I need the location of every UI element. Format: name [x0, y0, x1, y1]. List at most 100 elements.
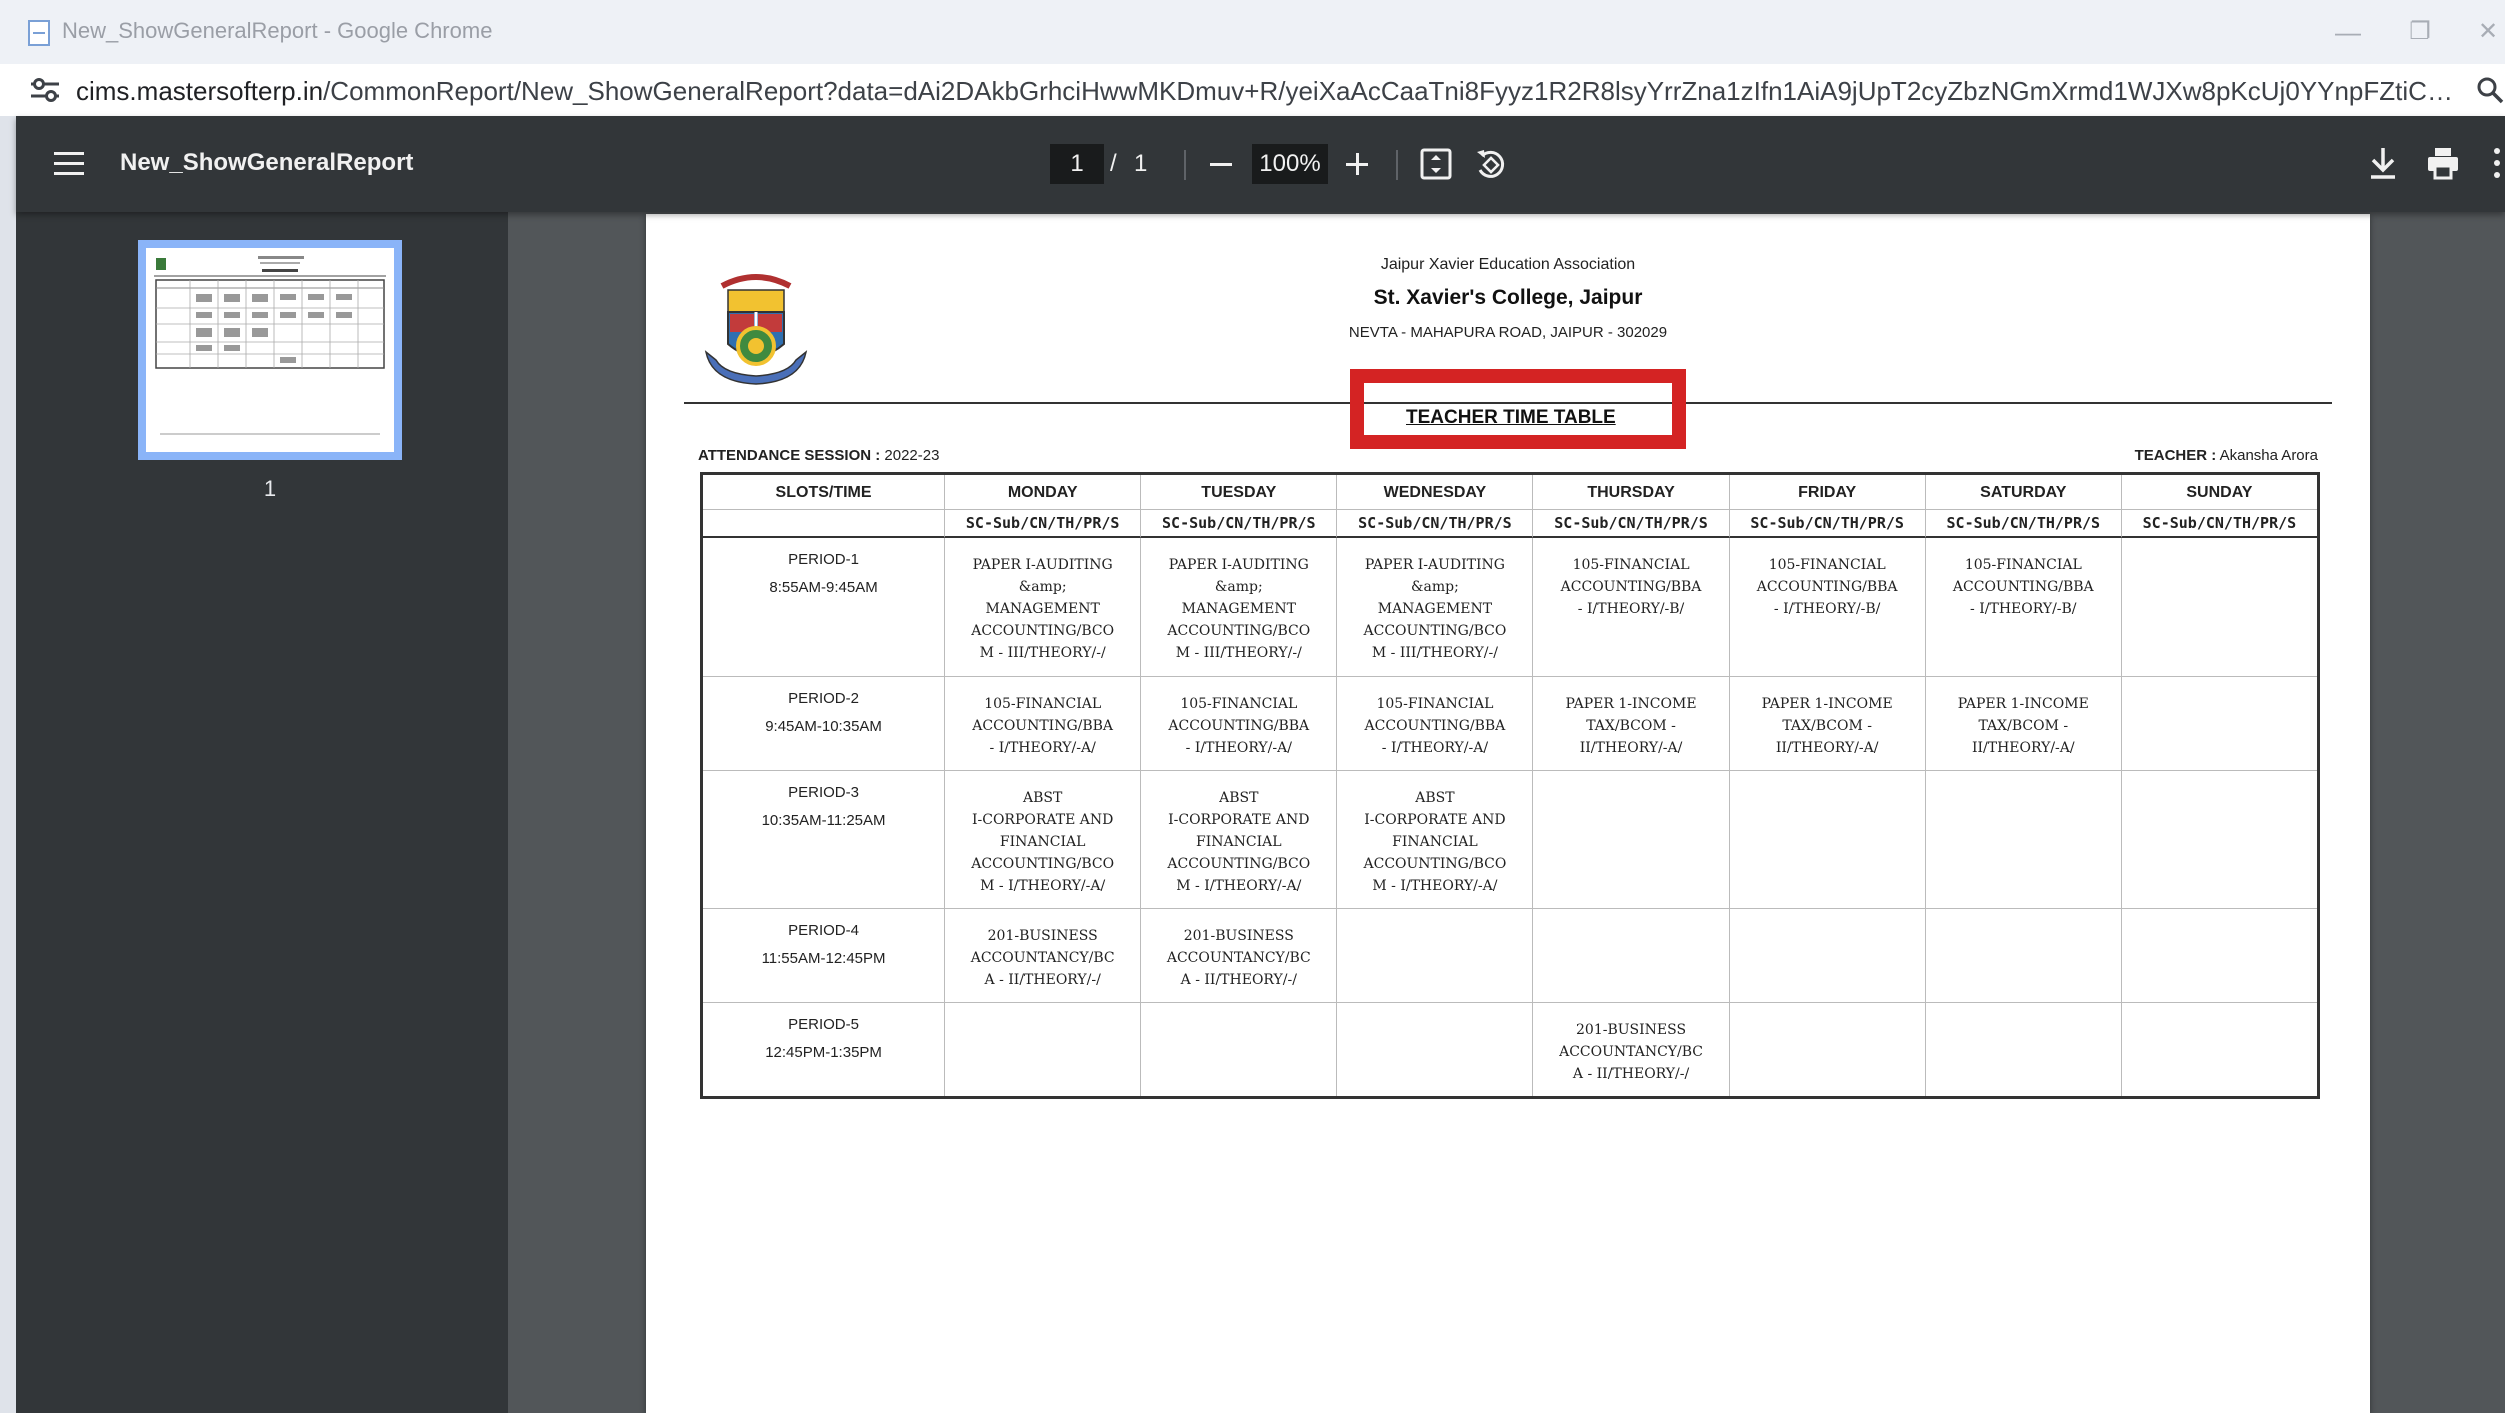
site-settings-icon[interactable]: [28, 74, 62, 106]
url-path: /CommonReport/New_ShowGeneralReport?data…: [323, 76, 2456, 106]
schedule-cell: PAPER 1-INCOME TAX/BCOM - II/THEORY/-A/: [1924, 677, 2121, 770]
table-row: PERIOD-2 9:45AM-10:35AM 105-FINANCIAL ACCO…: [703, 676, 2317, 770]
schedule-cell: ABST I-CORPORATE AND FINANCIAL ACCOUNTIN…: [944, 771, 1140, 908]
header-friday: FRIDAY: [1728, 475, 1925, 509]
schedule-cell: 105-FINANCIAL ACCOUNTING/BBA - I/THEORY/…: [1336, 677, 1532, 770]
schedule-cell: [1728, 771, 1925, 908]
period-time: 9:45AM-10:35AM: [765, 718, 882, 735]
thumbnail-page-image: [154, 256, 386, 435]
schedule-cell: 105-FINANCIAL ACCOUNTING/BBA - I/THEORY/…: [1532, 538, 1728, 676]
period-label: PERIOD-3: [788, 784, 859, 801]
teacher-info: TEACHER : Akansha Arora: [2135, 447, 2318, 464]
toolbar-divider: [1396, 150, 1398, 180]
schedule-cell: [944, 1003, 1140, 1096]
schedule-cell: PAPER I-AUDITING &amp; MANAGEMENT ACCOUN…: [944, 538, 1140, 676]
page-total: 1: [1134, 150, 1148, 177]
schedule-cell: [1728, 909, 1925, 1002]
page-zoom-icon[interactable]: [2476, 76, 2504, 104]
zoom-out-button[interactable]: [1204, 140, 1238, 188]
schedule-cell: ABST I-CORPORATE AND FINANCIAL ACCOUNTIN…: [1140, 771, 1336, 908]
schedule-cell: [1140, 1003, 1336, 1096]
schedule-cell: [1336, 909, 1532, 1002]
subheader-cell: SC-Sub/CN/TH/PR/S: [944, 510, 1141, 538]
period-time: 10:35AM-11:25AM: [761, 812, 886, 829]
period-label: PERIOD-2: [788, 690, 859, 707]
schedule-cell: PAPER I-AUDITING &amp; MANAGEMENT ACCOUN…: [1140, 538, 1336, 676]
association-name: Jaipur Xavier Education Association: [1380, 256, 1636, 273]
subheader-cell: SC-Sub/CN/TH/PR/S: [1532, 510, 1729, 538]
fit-to-page-icon[interactable]: [1420, 148, 1452, 180]
report-title: TEACHER TIME TABLE: [1406, 407, 1616, 428]
period-time: 8:55AM-9:45AM: [769, 579, 878, 596]
schedule-cell: [1924, 1003, 2121, 1096]
minimize-button[interactable]: —: [2326, 12, 2370, 52]
schedule-cell: [2120, 1003, 2317, 1096]
schedule-cell: 105-FINANCIAL ACCOUNTING/BBA - I/THEORY/…: [1924, 538, 2121, 676]
pdf-page: Jaipur Xavier Education Association St. …: [646, 214, 2370, 1413]
header-slots-time: SLOTS/TIME: [775, 484, 872, 501]
slot-cell: PERIOD-3 10:35AM-11:25AM: [703, 771, 944, 908]
schedule-cell: 105-FINANCIAL ACCOUNTING/BBA - I/THEORY/…: [1728, 538, 1925, 676]
table-row: PERIOD-5 12:45PM-1:35PM 201-BUSINESS ACCOU…: [703, 1002, 2317, 1096]
schedule-cell: PAPER I-AUDITING &amp; MANAGEMENT ACCOUN…: [1336, 538, 1532, 676]
slot-cell: PERIOD-5 12:45PM-1:35PM: [703, 1003, 944, 1096]
header-tuesday: TUESDAY: [1140, 475, 1336, 509]
subheader-slot-blank: [703, 510, 945, 538]
close-button[interactable]: ✕: [2466, 12, 2505, 52]
schedule-cell: 201-BUSINESS ACCOUNTANCY/BC A - II/THEOR…: [1140, 909, 1336, 1002]
schedule-cell: 105-FINANCIAL ACCOUNTING/BBA - I/THEORY/…: [944, 677, 1140, 770]
schedule-cell: [1924, 771, 2121, 908]
schedule-cell: 201-BUSINESS ACCOUNTANCY/BC A - II/THEOR…: [1532, 1003, 1728, 1096]
period-label: PERIOD-1: [788, 551, 859, 568]
print-icon[interactable]: [2426, 146, 2460, 180]
zoom-in-button[interactable]: [1340, 140, 1374, 188]
menu-icon[interactable]: [54, 152, 84, 176]
pdf-toolbar: New_ShowGeneralReport 1 / 1 100%: [16, 116, 2505, 212]
page-number-input[interactable]: 1: [1050, 144, 1104, 184]
slot-cell: PERIOD-1 8:55AM-9:45AM: [703, 538, 944, 676]
table-row: PERIOD-4 11:55AM-12:45PM 201-BUSINESS ACCO…: [703, 908, 2317, 1002]
header-wednesday: WEDNESDAY: [1336, 475, 1532, 509]
schedule-cell: ABST I-CORPORATE AND FINANCIAL ACCOUNTIN…: [1336, 771, 1532, 908]
page-separator: /: [1110, 150, 1117, 177]
url-text[interactable]: cims.mastersofterp.in/CommonReport/New_S…: [76, 76, 2456, 107]
toolbar-divider: [1184, 150, 1186, 180]
window-left-edge: [0, 116, 16, 1413]
header-saturday: SATURDAY: [1924, 475, 2121, 509]
document-title: New_ShowGeneralReport: [120, 149, 414, 176]
pdf-favicon-icon: [28, 20, 50, 46]
table-row: PERIOD-3 10:35AM-11:25AM ABST I-CORPORATE …: [703, 770, 2317, 908]
table-row: PERIOD-1 8:55AM-9:45AM PAPER I-AUDITING &a…: [703, 538, 2317, 676]
thumbnail-page-number: 1: [263, 476, 277, 501]
subheader-cell: SC-Sub/CN/TH/PR/S: [1728, 510, 1925, 538]
slot-cell: PERIOD-2 9:45AM-10:35AM: [703, 677, 944, 770]
attendance-session: ATTENDANCE SESSION : 2022-23: [698, 447, 939, 464]
period-label: PERIOD-4: [788, 922, 859, 939]
restore-button[interactable]: ❐: [2398, 12, 2442, 52]
subheader-cell: SC-Sub/CN/TH/PR/S: [1336, 510, 1533, 538]
schedule-cell: 105-FINANCIAL ACCOUNTING/BBA - I/THEORY/…: [1140, 677, 1336, 770]
schedule-cell: [1728, 1003, 1925, 1096]
download-icon[interactable]: [2368, 146, 2398, 180]
period-time: 11:55AM-12:45PM: [761, 950, 886, 967]
schedule-cell: [1924, 909, 2121, 1002]
address-bar[interactable]: cims.mastersofterp.in/CommonReport/New_S…: [0, 64, 2505, 116]
page-thumbnail[interactable]: [138, 240, 402, 460]
header-thursday: THURSDAY: [1532, 475, 1728, 509]
period-label: PERIOD-5: [788, 1016, 859, 1033]
college-address: NEVTA - MAHAPURA ROAD, JAIPUR - 302029: [1348, 324, 1668, 341]
teacher-label: TEACHER :: [2134, 447, 2217, 464]
teacher-name: Akansha Arora: [2219, 447, 2318, 464]
schedule-cell: [1532, 909, 1728, 1002]
zoom-level-input[interactable]: 100%: [1252, 144, 1328, 184]
session-label: ATTENDANCE SESSION :: [698, 447, 881, 464]
thumbnail-sidebar: 1: [16, 212, 508, 1413]
subheader-cell: SC-Sub/CN/TH/PR/S: [1924, 510, 2121, 538]
url-host: cims.mastersofterp.in: [76, 76, 324, 106]
subheader-cell: SC-Sub/CN/TH/PR/S: [2120, 510, 2317, 538]
header-sunday: SUNDAY: [2120, 475, 2317, 509]
schedule-cell: [1336, 1003, 1532, 1096]
more-options-icon[interactable]: [2490, 146, 2504, 180]
rotate-icon[interactable]: [1474, 146, 1508, 182]
schedule-cell: [2120, 771, 2317, 908]
